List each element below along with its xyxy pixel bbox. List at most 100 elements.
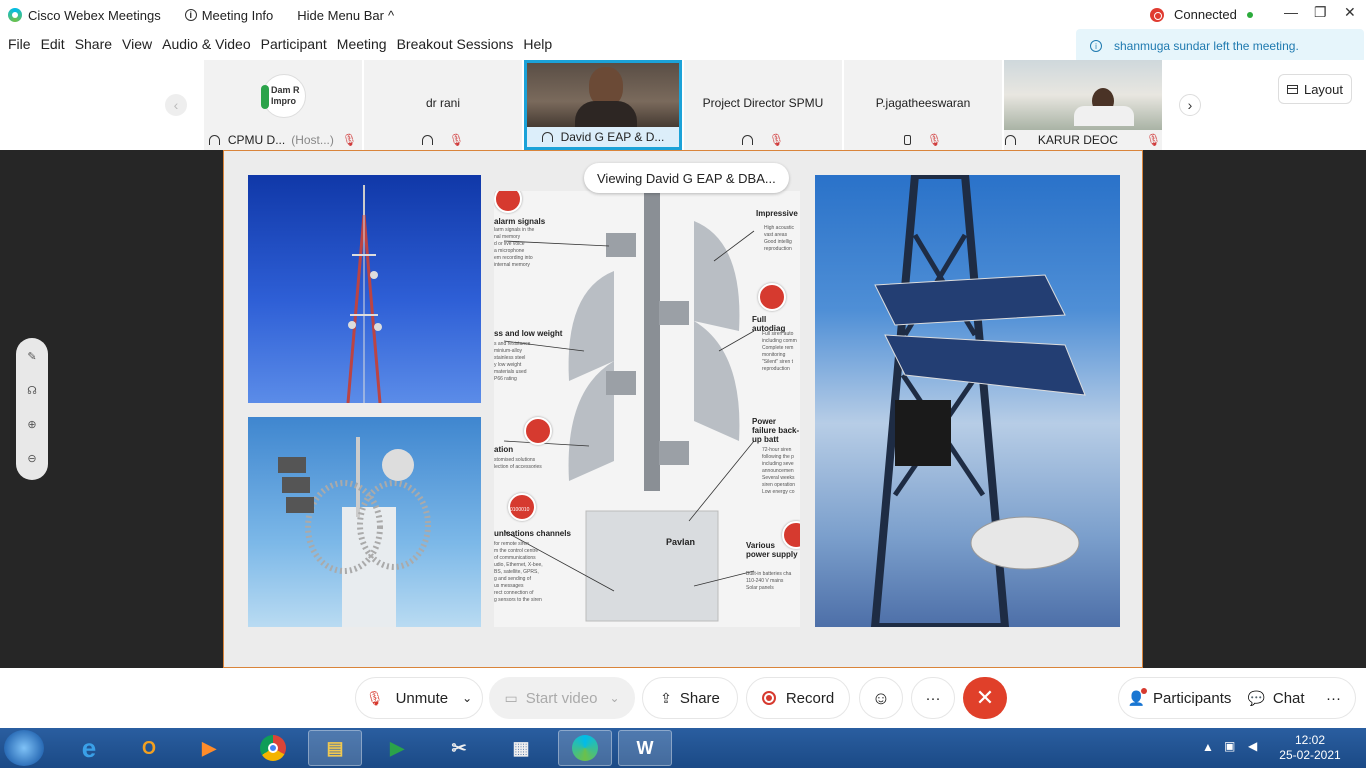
clock-date: 25-02-2021	[1279, 748, 1341, 762]
webex-logo-icon	[8, 8, 22, 22]
close-window-button[interactable]: ✕	[1344, 4, 1356, 21]
unmute-button[interactable]: 🎙 Unmute ⌄	[355, 677, 483, 719]
reactions-button[interactable]: ☺	[859, 677, 903, 719]
headset-icon	[741, 135, 753, 145]
unmute-options-chevron-icon[interactable]: ⌄	[462, 691, 472, 705]
host-label: (Host...)	[291, 133, 334, 147]
participant-name-bar: KARUR DEOC 🎙	[1004, 130, 1162, 150]
muted-mic-icon: 🎙	[926, 133, 943, 147]
end-meeting-button[interactable]: ✕	[963, 677, 1007, 719]
project-app-icon[interactable]: ▶	[370, 730, 424, 766]
word-icon[interactable]: W	[618, 730, 672, 766]
menu-share[interactable]: Share	[75, 36, 112, 56]
layout-button[interactable]: Layout	[1278, 74, 1352, 104]
connection-status[interactable]: Connected	[1150, 7, 1253, 22]
internet-explorer-icon[interactable]: e	[62, 730, 116, 766]
participant-name-bar: CPMU D... (Host...) 🎙	[204, 130, 362, 150]
minimize-button[interactable]: —	[1284, 4, 1298, 20]
participant-name: P.jagatheeswaran	[875, 96, 971, 110]
menu-file[interactable]: File	[8, 36, 31, 56]
media-player-icon[interactable]: ▶	[182, 730, 236, 766]
network-icon[interactable]: ▣	[1224, 739, 1235, 754]
slide-heading-weight: ss and low weight	[494, 329, 563, 338]
slide-heading-impressive: Impressive	[756, 209, 798, 218]
menu-breakout-sessions[interactable]: Breakout Sessions	[397, 36, 514, 56]
volume-icon[interactable]: ◀	[1248, 739, 1257, 754]
record-icon	[761, 691, 776, 705]
taskbar-clock[interactable]: 12:02 25-02-2021	[1278, 733, 1342, 763]
restore-button[interactable]: ❐	[1314, 4, 1327, 21]
participant-status-bar: 🎙	[684, 130, 842, 150]
participant-tile-cpmu[interactable]: Dam R Impro CPMU D... (Host...) 🎙	[204, 60, 362, 150]
pen-icon[interactable]: ✎	[24, 350, 40, 366]
tray-expand-icon[interactable]: ▲	[1202, 740, 1214, 755]
video-options-chevron-icon[interactable]: ⌄	[609, 691, 619, 705]
slide-text-power-failure: 72-hour siren following the p including …	[762, 447, 796, 495]
pointer-icon[interactable]: ☊	[24, 384, 40, 400]
viewing-indicator[interactable]: Viewing David G EAP & DBA...	[584, 163, 789, 193]
hide-menu-bar-button[interactable]: Hide Menu Bar ^	[297, 8, 394, 23]
outlook-icon[interactable]: O	[122, 730, 176, 766]
record-button[interactable]: Record	[746, 677, 850, 719]
chat-label: Chat	[1272, 689, 1305, 707]
slide-text-impressive: High acoustic vast areas Good intellig r…	[764, 225, 795, 252]
pavlan-brand: Pavlan	[666, 537, 696, 547]
webex-taskbar-icon[interactable]	[558, 730, 612, 766]
menu-participant[interactable]: Participant	[261, 36, 327, 56]
file-explorer-icon[interactable]: ▤	[308, 730, 362, 766]
participant-name: CPMU D...	[227, 133, 286, 147]
phone-icon	[903, 135, 911, 145]
app-name: Cisco Webex Meetings	[28, 7, 161, 23]
zoom-in-icon[interactable]: ⊕	[24, 418, 40, 434]
meeting-info-button[interactable]: i Meeting Info	[184, 8, 273, 23]
headset-icon	[541, 132, 553, 142]
participant-video	[1004, 60, 1162, 130]
slide-heading-channels: unications channels	[494, 529, 571, 538]
chrome-icon[interactable]	[246, 730, 300, 766]
connection-label: Connected	[1174, 7, 1237, 22]
participant-tile-karur-deoc[interactable]: KARUR DEOC 🎙	[1004, 60, 1162, 150]
participant-tile-david[interactable]: David G EAP & D...	[524, 60, 682, 150]
snipping-tool-icon[interactable]: ✂	[432, 730, 486, 766]
strip-prev-button[interactable]: ‹	[165, 94, 187, 116]
share-button[interactable]: ⇪ Share	[642, 677, 738, 719]
chat-button[interactable]: 💬 Chat	[1240, 677, 1312, 719]
solar-tower-photo	[815, 175, 1120, 627]
zoom-out-icon[interactable]: ⊖	[24, 452, 40, 468]
tower-photo	[248, 175, 481, 403]
windows-taskbar: e O ▶ ▤ ▶ ✂ ▦ W ▲ ▣ ◀ 12:02 25-02-2021	[0, 728, 1366, 768]
diagnostics-badge-icon	[758, 283, 786, 311]
strip-next-button[interactable]: ›	[1179, 94, 1201, 116]
notification-toast: i shanmuga sundar left the meeting.	[1076, 29, 1364, 63]
more-panels-button[interactable]: ···	[1312, 677, 1356, 719]
participants-button[interactable]: 👤 Participants	[1118, 677, 1240, 719]
slide-text-power-supply: Built-in batteries cha 110-240 V mains S…	[746, 571, 792, 591]
connected-indicator-icon	[1246, 11, 1253, 18]
menu-help[interactable]: Help	[523, 36, 552, 56]
participant-name: KARUR DEOC	[1037, 133, 1118, 147]
siren-photo	[248, 417, 481, 627]
start-button-icon[interactable]	[4, 730, 44, 766]
badge-code: 0100010	[510, 507, 530, 513]
participant-video	[527, 63, 679, 127]
person-body	[1074, 106, 1134, 126]
menu-meeting[interactable]: Meeting	[337, 36, 387, 56]
headset-icon	[1004, 135, 1016, 145]
participant-tile-jagatheeswaran[interactable]: P.jagatheeswaran 🎙	[844, 60, 1002, 150]
tower-illustration	[346, 185, 382, 403]
participant-tile-project-director[interactable]: Project Director SPMU 🎙	[684, 60, 842, 150]
menu-audio-video[interactable]: Audio & Video	[162, 36, 250, 56]
connection-icon	[1150, 7, 1164, 22]
app-title: Cisco Webex Meetings	[8, 8, 161, 23]
info-icon: i	[1090, 40, 1102, 52]
menu-edit[interactable]: Edit	[41, 36, 65, 56]
document-app-icon[interactable]: ▦	[494, 730, 548, 766]
shared-screen[interactable]: Viewing David G EAP & DBA... alarm signa…	[223, 150, 1143, 668]
participant-tile-dr-rani[interactable]: dr rani 🎙	[364, 60, 522, 150]
start-video-button[interactable]: ▭ Start video ⌄	[489, 677, 635, 719]
slide-text-weight: s and resistance minium-alloy stainless …	[494, 341, 531, 382]
more-options-button[interactable]: ···	[911, 677, 955, 719]
headset-icon	[208, 135, 220, 145]
menu-view[interactable]: View	[122, 36, 152, 56]
muted-mic-icon: 🎙	[365, 689, 384, 706]
